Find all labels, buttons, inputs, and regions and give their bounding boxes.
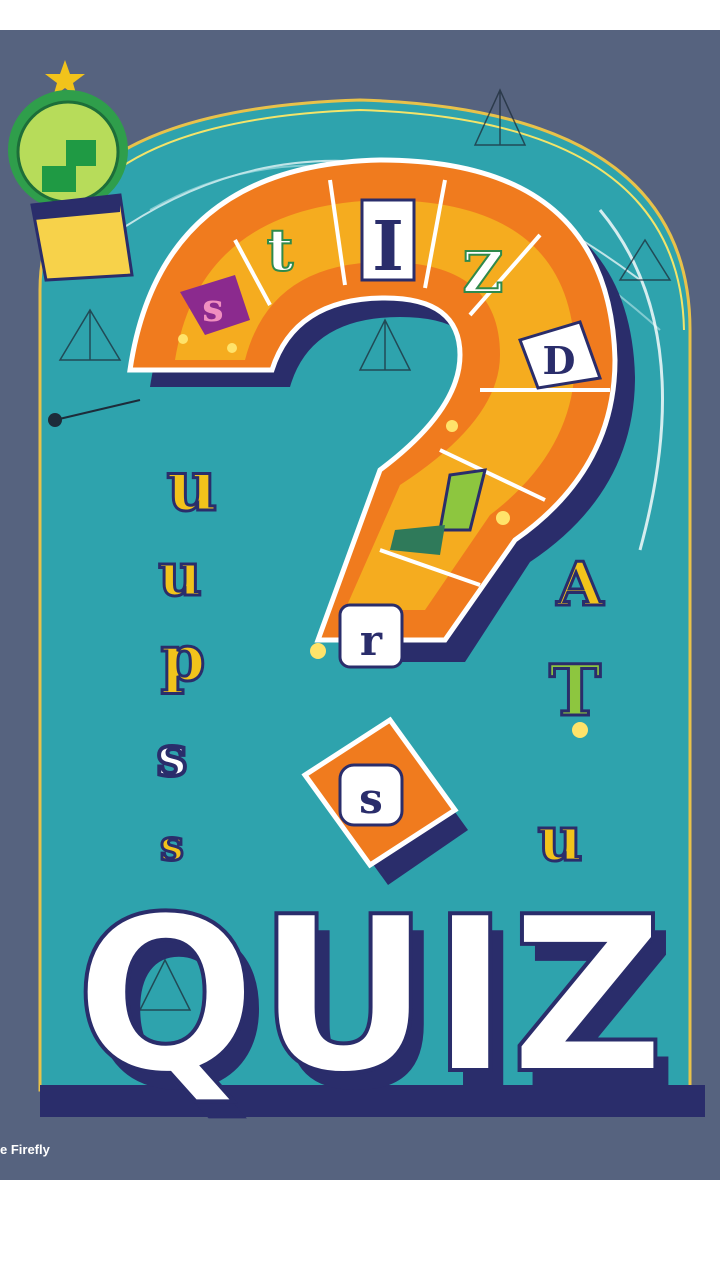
tile-i: I xyxy=(360,198,416,287)
left-letter-1: u xyxy=(167,444,218,527)
right-letter-3: u xyxy=(537,802,582,875)
pin-dot xyxy=(48,413,62,427)
tile-letter-6: r xyxy=(360,616,383,665)
quiz-title-group: QUIZ QUIZ xyxy=(73,868,678,1138)
tile-letter-5: D xyxy=(543,338,576,383)
quiz-poster: s t I Z D r s u u p s s A T u QUIZ QUIZ … xyxy=(0,30,720,1180)
right-letter-1: A xyxy=(556,550,605,620)
tile-letter-7: s xyxy=(359,774,383,823)
tile-z: Z xyxy=(462,239,505,307)
poster-artwork: s t I Z D r s u u p s s A T u QUIZ QUIZ xyxy=(8,60,705,1138)
tile-r: r xyxy=(338,603,404,669)
watermark-text: e Firefly xyxy=(0,1142,50,1157)
tile-t: t xyxy=(266,215,295,285)
badge xyxy=(8,60,134,282)
tile-letter-1: s xyxy=(202,285,223,330)
left-letter-4: s xyxy=(157,724,187,788)
tile-letter-3: I xyxy=(372,207,404,287)
tile-letter-2: t xyxy=(267,216,294,284)
left-letter-2: u xyxy=(158,540,202,610)
right-letter-2: T xyxy=(549,649,601,732)
left-letter-3: p xyxy=(161,621,206,696)
quiz-title: QUIZ xyxy=(75,870,665,1121)
tile-letter-4: Z xyxy=(463,240,504,306)
left-letter-5: s xyxy=(160,821,184,870)
